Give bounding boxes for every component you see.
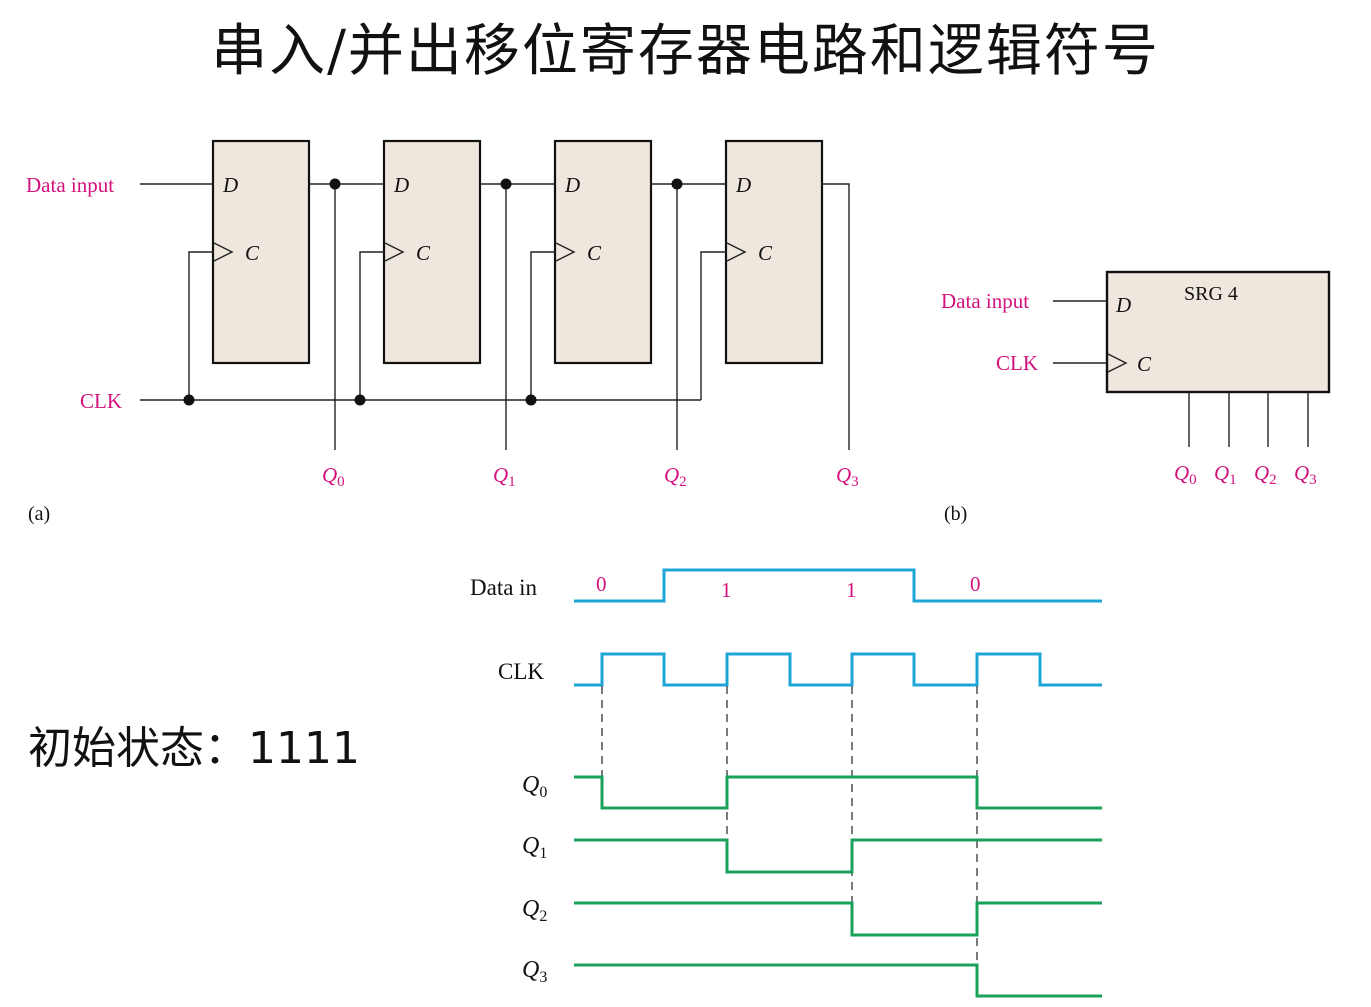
output-q2-label: Q2 (664, 463, 687, 490)
clk-junction-dot-2 (525, 394, 537, 406)
logic-symbol-b: Data input CLK SRG 4 D C Q0 Q1 Q2 Q3 (b) (941, 270, 1331, 525)
symbol-q0-label: Q0 (1174, 461, 1197, 488)
output-q1-label: Q1 (493, 463, 516, 490)
q2-junction-dot (671, 178, 683, 190)
srg4-d-label: D (1115, 293, 1131, 317)
ff3-c-label: C (758, 241, 773, 265)
data-in-trace-label: Data in (470, 575, 538, 600)
ff3-d-label: D (735, 173, 751, 197)
data-value-1: 1 (721, 578, 732, 602)
ff1-c-label: C (416, 241, 431, 265)
clk-junction-dot-1 (354, 394, 366, 406)
q0-waveform (574, 775, 1102, 810)
q2-waveform (574, 901, 1102, 937)
symbol-q3-label: Q3 (1294, 461, 1317, 488)
q3-waveform (574, 963, 1102, 998)
ff0-d-label: D (222, 173, 238, 197)
caption-b: (b) (944, 503, 967, 525)
q2-trace-label: Q2 (522, 896, 547, 925)
data-input-label: Data input (26, 173, 114, 197)
symbol-clk-label: CLK (996, 351, 1038, 375)
ff0-c-label: C (245, 241, 260, 265)
caption-a: (a) (28, 503, 50, 525)
symbol-data-input-label: Data input (941, 289, 1029, 313)
clk-trace-label: CLK (498, 659, 544, 684)
q0-trace-label: Q0 (522, 772, 547, 801)
q1-junction-dot (500, 178, 512, 190)
ff2-c-label: C (587, 241, 602, 265)
srg4-c-label: C (1137, 352, 1152, 376)
q1-trace-label: Q1 (522, 833, 547, 862)
q1-waveform (574, 838, 1102, 874)
ff1-d-label: D (393, 173, 409, 197)
timing-diagram: Data in CLK 0 1 1 0 Q0 Q1 Q2 Q3 (470, 568, 1102, 998)
data-value-3: 0 (970, 572, 981, 596)
shift-register-figure: Data input CLK D D D D C C C C Q0 Q1 Q2 … (26, 139, 1331, 998)
clk-waveform (574, 652, 1102, 687)
srg4-name: SRG 4 (1184, 283, 1238, 305)
data-value-2: 1 (846, 578, 857, 602)
q3-trace-label: Q3 (522, 957, 547, 986)
symbol-q2-label: Q2 (1254, 461, 1277, 488)
output-q3-label: Q3 (836, 463, 859, 490)
circuit-a: Data input CLK D D D D C C C C Q0 Q1 Q2 … (26, 139, 859, 525)
q0-junction-dot (329, 178, 341, 190)
symbol-q1-label: Q1 (1214, 461, 1237, 488)
data-value-0: 0 (596, 572, 607, 596)
output-q0-label: Q0 (322, 463, 345, 490)
clk-label: CLK (80, 389, 122, 413)
data-in-waveform (574, 568, 1102, 603)
clk-junction-dot-0 (183, 394, 195, 406)
ff2-d-label: D (564, 173, 580, 197)
